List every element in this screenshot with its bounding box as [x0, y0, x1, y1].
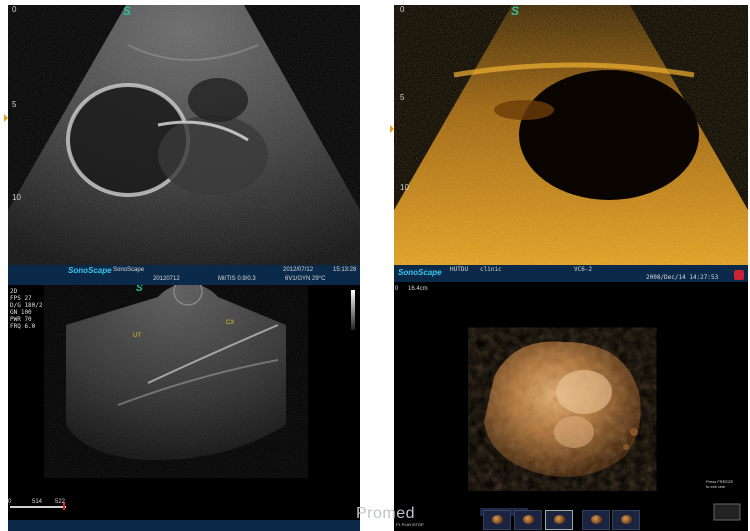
- patient-id: 20120712: [153, 276, 180, 282]
- param-dg: D/G 180/2: [10, 302, 43, 309]
- probe-name: VC6-2: [574, 266, 593, 273]
- label-cx: CX: [226, 320, 235, 326]
- scale-label-522: 522: [55, 499, 66, 505]
- cine-thumbnail-selected[interactable]: [545, 510, 573, 530]
- depth-mark-0: 0: [400, 5, 405, 14]
- label-ut: UT: [133, 333, 141, 339]
- brand-text: SonoScape: [113, 267, 145, 273]
- clinic-name: clinic: [480, 266, 502, 273]
- fetal-thumbnail-icon: [621, 515, 632, 524]
- mi-tis-value: MI/TIS 0.9/0.3: [218, 276, 256, 282]
- fetal-sector-image: [8, 5, 360, 265]
- focus-marker-icon: [390, 125, 394, 133]
- cine-thumbnail[interactable]: [612, 510, 640, 530]
- param-mode: 2D: [10, 288, 18, 295]
- cine-thumbnail[interactable]: [483, 510, 511, 530]
- fetal-thumbnail-icon: [492, 515, 503, 524]
- depth-mark-0: 0: [12, 5, 17, 14]
- fetal-thumbnail-icon: [554, 515, 565, 524]
- ultrasound-panel-fetal-2d: S 0 5 10: [8, 5, 360, 265]
- imaging-parameters: 2D FPS 27 D/G 180/2 GN 100 PWR 70 FRQ 6.…: [10, 288, 43, 330]
- focus-marker-icon: [4, 114, 8, 122]
- ultrasound-panel-3d: 0 16.4cm Press FREEZE to exit cine F1 PL…: [394, 282, 748, 531]
- uterus-sector-image: [10, 285, 286, 510]
- depth-mark-5: 5: [12, 100, 17, 109]
- sonoscape-logo-icon: S: [123, 5, 132, 18]
- freeze-hint-2: to exit cine: [706, 484, 726, 489]
- brand-logo: SonoScape: [398, 268, 442, 277]
- depth-value: 16.4cm: [408, 286, 428, 292]
- sonoscape-logo-icon: S: [136, 285, 143, 294]
- exam-date: 2012/07/12: [283, 267, 314, 273]
- hospital-name: HUTDU: [450, 266, 469, 273]
- fetal-thumbnail-icon: [523, 515, 534, 524]
- preset-value: 6V1/GYN 29°C: [285, 276, 326, 282]
- param-gain: GN 100: [10, 309, 32, 316]
- fetal-thumbnail-icon: [591, 515, 602, 524]
- depth-mark-5: 5: [400, 93, 405, 102]
- param-fps: FPS 27: [10, 295, 32, 302]
- contrast-sector-image: [394, 5, 748, 265]
- ultrasound-panel-contrast: S 0 5 10: [394, 5, 748, 265]
- scale-label-0: 0: [8, 499, 12, 505]
- cine-thumbnail[interactable]: [514, 510, 542, 530]
- status-bar-fetal: SonoScape SonoScape 20120712 2012/07/12 …: [8, 265, 360, 285]
- sonoscape-logo-icon: S: [511, 5, 520, 18]
- exam-datetime: 2008/Dec/14 14:27:53: [646, 274, 719, 281]
- gray-scale-bar: [351, 290, 355, 330]
- printer-icon: [734, 270, 744, 280]
- status-bar-contrast: SonoScape HUTDU clinic VC6-2 2008/Dec/14…: [394, 265, 748, 282]
- ultrasound-panel-uterus: S 2D FPS 27 D/G 180/2 GN 100 PWR 70 FRQ …: [8, 285, 360, 520]
- exam-time: 15:13:28: [333, 267, 357, 273]
- param-power: PWR 70: [10, 316, 32, 323]
- depth-mark-10: 10: [400, 183, 409, 192]
- depth-mark-10: 10: [12, 193, 21, 202]
- brand-logo: SonoScape: [68, 266, 112, 275]
- scale-label-514: 514: [32, 499, 43, 505]
- cine-thumbnail[interactable]: [582, 510, 610, 530]
- param-frequency: FRQ 6.0: [10, 323, 36, 330]
- fetal-3d-render: [480, 341, 741, 521]
- status-bar-uterus: [8, 520, 360, 531]
- watermark: Promed: [356, 505, 416, 522]
- depth-top: 0: [395, 286, 399, 292]
